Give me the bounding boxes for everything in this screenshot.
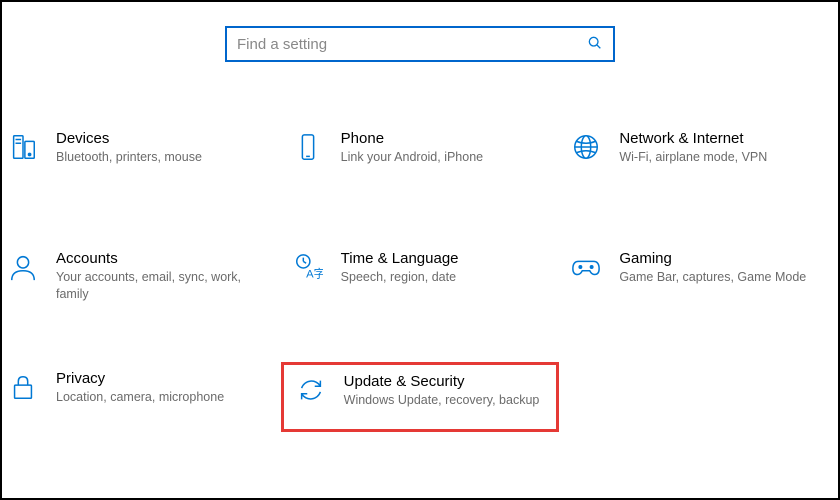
time-language-icon: A字 bbox=[291, 250, 325, 284]
tile-accounts[interactable]: Accounts Your accounts, email, sync, wor… bbox=[0, 242, 281, 312]
gamepad-icon bbox=[569, 250, 603, 284]
sync-icon bbox=[294, 373, 328, 407]
search-box[interactable] bbox=[225, 26, 615, 62]
tile-subtitle: Bluetooth, printers, mouse bbox=[56, 149, 202, 166]
globe-icon bbox=[569, 130, 603, 164]
tile-title: Network & Internet bbox=[619, 130, 767, 147]
settings-grid: Devices Bluetooth, printers, mouse Phone… bbox=[2, 62, 838, 432]
tile-devices[interactable]: Devices Bluetooth, printers, mouse bbox=[0, 122, 281, 192]
tile-subtitle: Location, camera, microphone bbox=[56, 389, 224, 406]
tile-title: Time & Language bbox=[341, 250, 459, 267]
tile-title: Devices bbox=[56, 130, 202, 147]
tile-subtitle: Link your Android, iPhone bbox=[341, 149, 483, 166]
tile-title: Phone bbox=[341, 130, 483, 147]
tile-title: Gaming bbox=[619, 250, 806, 267]
tile-subtitle: Wi-Fi, airplane mode, VPN bbox=[619, 149, 767, 166]
tile-update-security[interactable]: Update & Security Windows Update, recove… bbox=[281, 362, 560, 432]
tile-title: Accounts bbox=[56, 250, 256, 267]
tile-phone[interactable]: Phone Link your Android, iPhone bbox=[281, 122, 560, 192]
tile-network[interactable]: Network & Internet Wi-Fi, airplane mode,… bbox=[559, 122, 838, 192]
tile-title: Privacy bbox=[56, 370, 224, 387]
search-input[interactable] bbox=[237, 36, 587, 53]
devices-icon bbox=[6, 130, 40, 164]
lock-icon bbox=[6, 370, 40, 404]
tile-subtitle: Windows Update, recovery, backup bbox=[344, 392, 540, 409]
empty-cell bbox=[559, 362, 838, 432]
svg-text:A字: A字 bbox=[306, 266, 323, 280]
tile-privacy[interactable]: Privacy Location, camera, microphone bbox=[0, 362, 281, 432]
tile-subtitle: Game Bar, captures, Game Mode bbox=[619, 269, 806, 286]
search-icon bbox=[587, 35, 603, 54]
tile-time-language[interactable]: A字 Time & Language Speech, region, date bbox=[281, 242, 560, 312]
search-container bbox=[2, 2, 838, 62]
tile-gaming[interactable]: Gaming Game Bar, captures, Game Mode bbox=[559, 242, 838, 312]
tile-title: Update & Security bbox=[344, 373, 540, 390]
tile-subtitle: Speech, region, date bbox=[341, 269, 459, 286]
person-icon bbox=[6, 250, 40, 284]
tile-subtitle: Your accounts, email, sync, work, family bbox=[56, 269, 256, 303]
phone-icon bbox=[291, 130, 325, 164]
